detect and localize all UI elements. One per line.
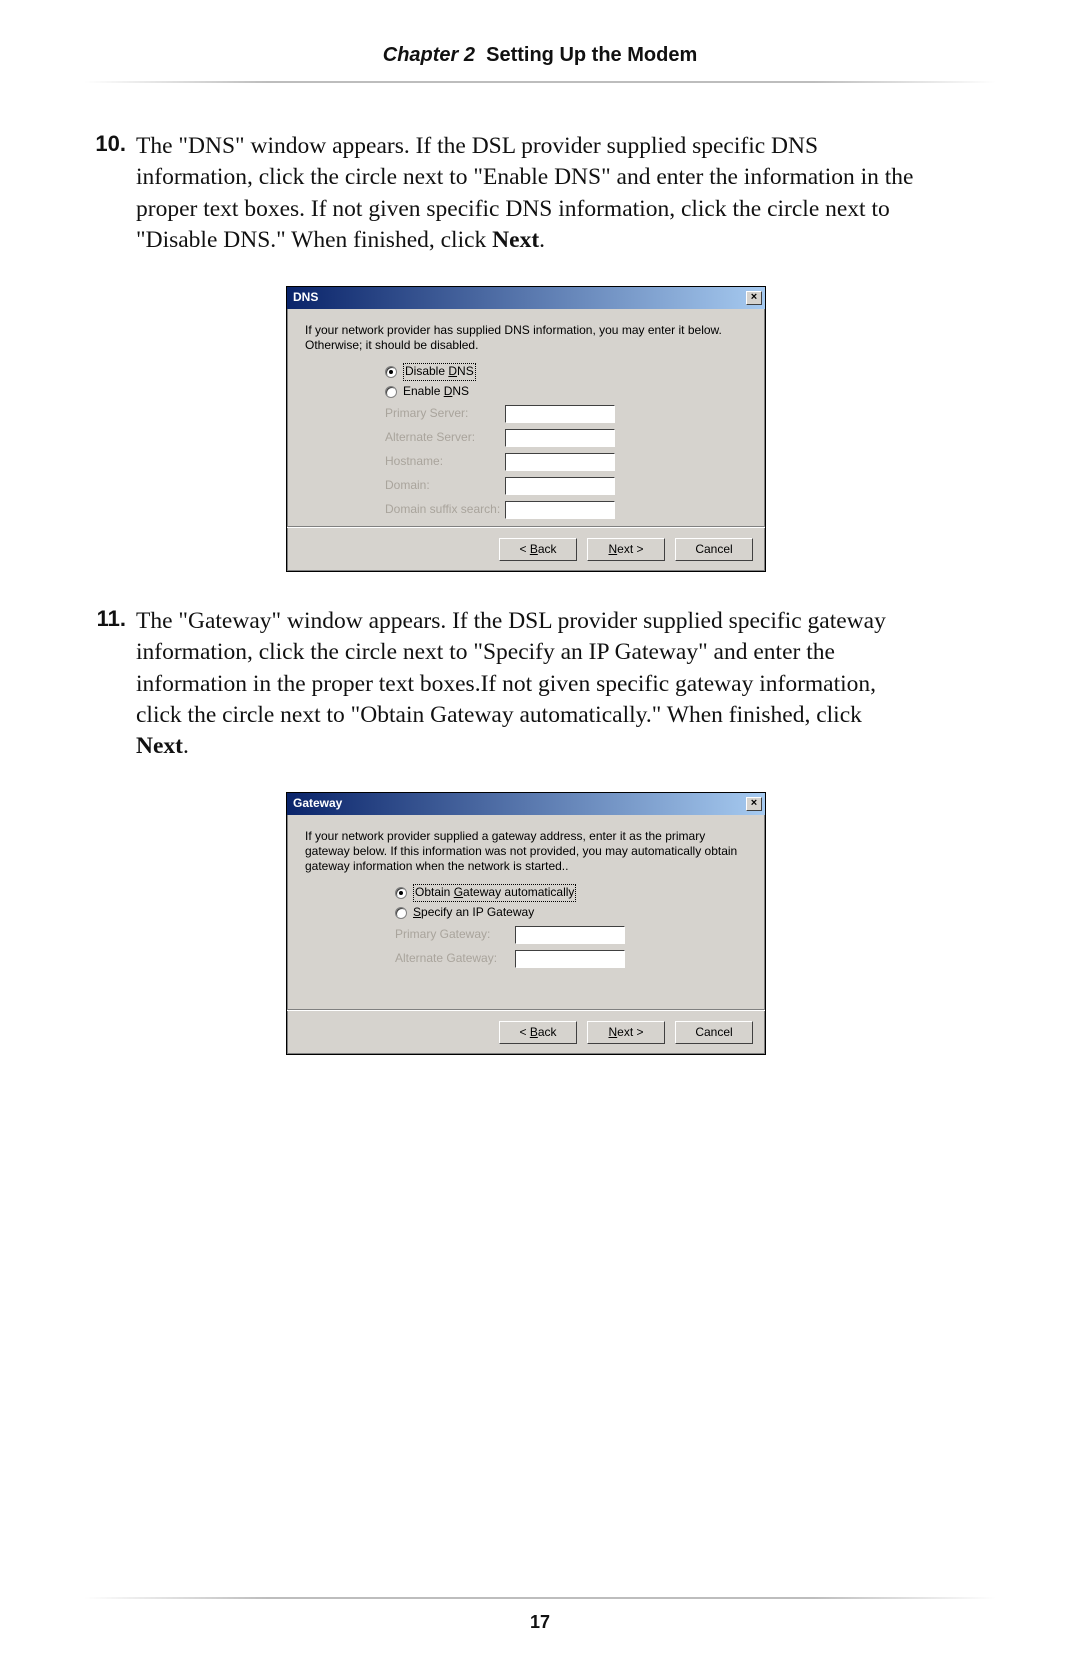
- input-domain[interactable]: [505, 477, 615, 495]
- dialog-intro: If your network provider supplied a gate…: [305, 829, 747, 874]
- close-icon[interactable]: ×: [746, 797, 762, 811]
- back-button[interactable]: < Back: [499, 538, 577, 561]
- gateway-dialog: Gateway × If your network provider suppl…: [286, 792, 766, 1055]
- page-number: 17: [0, 1612, 1080, 1633]
- input-alternate-gateway[interactable]: [515, 950, 625, 968]
- next-button[interactable]: Next >: [587, 1021, 665, 1044]
- radio-label-enable-dns[interactable]: Enable DNS: [403, 384, 469, 400]
- step-number: 11.: [84, 606, 136, 1055]
- step-text-bold: Next: [492, 227, 539, 253]
- radio-label-obtain-gateway[interactable]: Obtain Gateway automatically: [413, 884, 576, 902]
- dialog-titlebar: DNS ×: [287, 287, 765, 309]
- input-primary-server[interactable]: [505, 405, 615, 423]
- label-hostname: Hostname:: [385, 454, 505, 470]
- step-number: 10.: [84, 131, 136, 572]
- step-text-bold: Next: [136, 733, 183, 759]
- dialog-title: Gateway: [293, 796, 342, 812]
- radio-enable-dns[interactable]: [385, 386, 397, 398]
- label-primary-gateway: Primary Gateway:: [395, 927, 515, 943]
- input-alternate-server[interactable]: [505, 429, 615, 447]
- label-alternate-server: Alternate Server:: [385, 430, 505, 446]
- step-text-part: .: [183, 733, 189, 759]
- label-primary-server: Primary Server:: [385, 406, 505, 422]
- step-text: The "Gateway" window appears. If the DSL…: [136, 606, 916, 1055]
- dialog-intro: If your network provider has supplied DN…: [305, 323, 747, 353]
- radio-obtain-gateway[interactable]: [395, 887, 407, 899]
- radio-label-specify-gateway[interactable]: Specify an IP Gateway: [413, 905, 534, 921]
- step-text-part: .: [539, 227, 545, 253]
- radio-specify-gateway[interactable]: [395, 907, 407, 919]
- close-icon[interactable]: ×: [746, 291, 762, 305]
- next-button[interactable]: Next >: [587, 538, 665, 561]
- chapter-header: Chapter 2 Setting Up the Modem: [84, 44, 996, 81]
- input-primary-gateway[interactable]: [515, 926, 625, 944]
- dns-dialog: DNS × If your network provider has suppl…: [286, 286, 766, 572]
- radio-disable-dns[interactable]: [385, 366, 397, 378]
- dialog-titlebar: Gateway ×: [287, 793, 765, 815]
- cancel-button[interactable]: Cancel: [675, 1021, 753, 1044]
- dialog-title: DNS: [293, 290, 318, 306]
- step-text-part: The "Gateway" window appears. If the DSL…: [136, 608, 886, 728]
- input-domain-suffix[interactable]: [505, 501, 615, 519]
- cancel-button[interactable]: Cancel: [675, 538, 753, 561]
- label-domain-suffix: Domain suffix search:: [385, 502, 505, 518]
- step-text: The "DNS" window appears. If the DSL pro…: [136, 131, 916, 572]
- back-button[interactable]: < Back: [499, 1021, 577, 1044]
- chapter-title: Setting Up the Modem: [486, 44, 697, 66]
- input-hostname[interactable]: [505, 453, 615, 471]
- label-alternate-gateway: Alternate Gateway:: [395, 951, 515, 967]
- label-domain: Domain:: [385, 478, 505, 494]
- chapter-number: Chapter 2: [383, 44, 475, 66]
- header-rule: [84, 81, 996, 83]
- footer-rule: [84, 1597, 996, 1599]
- radio-label-disable-dns[interactable]: Disable DNS: [403, 363, 476, 381]
